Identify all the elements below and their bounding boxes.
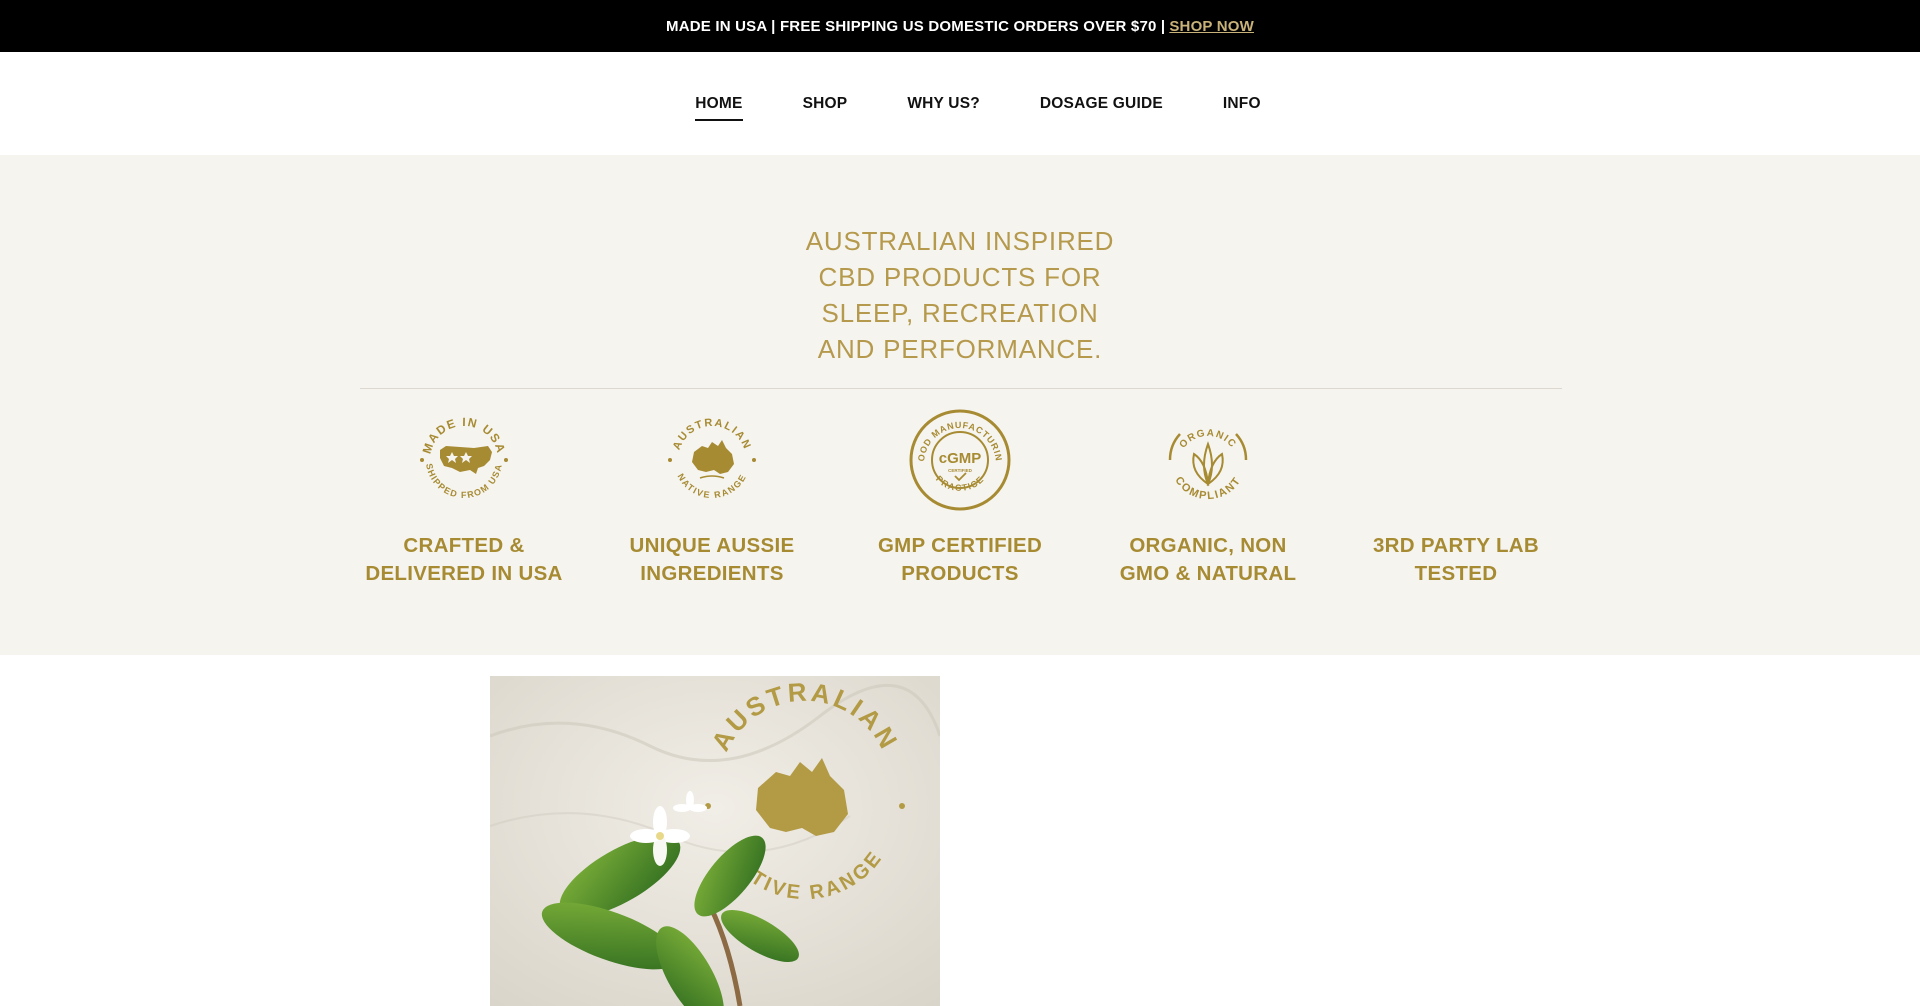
hero-divider [360,388,1562,389]
feature-label: ORGANIC, NON GMO & NATURAL [1119,534,1297,585]
announcement-bar: MADE IN USA | FREE SHIPPING US DOMESTIC … [0,0,1920,52]
shop-now-link[interactable]: SHOP NOW [1169,18,1254,35]
product-image: AUSTRALIAN NATIVE RANGE [490,676,940,1006]
nav-item-dosage-guide[interactable]: DOSAGE GUIDE [1040,89,1163,119]
nav-item-info[interactable]: INFO [1223,89,1261,119]
feature-label: CRAFTED & DELIVERED IN USA [365,534,563,585]
feature-made-in-usa: MADE IN USA SHIPPED FROM USA CRAFTED & D… [340,408,588,608]
nav-item-shop[interactable]: SHOP [803,89,848,119]
svg-text:ORGANIC: ORGANIC [1177,428,1238,451]
main-nav: HOME SHOP WHY US? DOSAGE GUIDE INFO [0,52,1920,155]
announcement-text: MADE IN USA | FREE SHIPPING US DOMESTIC … [666,17,1166,35]
feature-lab-tested: 3RD PARTY LAB TESTED [1332,408,1580,608]
feature-list: MADE IN USA SHIPPED FROM USA CRAFTED & D… [340,408,1580,608]
feature-aussie-ingredients: AUSTRALIAN NATIVE RANGE UNIQUE AUSSIE IN… [588,408,836,608]
svg-text:CERTIFIED: CERTIFIED [948,468,973,473]
cgmp-badge-icon: GOOD MANUFACTURING PRACTICE cGMP CERTIFI… [908,408,1012,512]
hero-tagline: AUSTRALIAN INSPIRED CBD PRODUCTS FOR SLE… [805,226,1115,364]
svg-text:cGMP: cGMP [939,450,982,467]
feature-label: GMP CERTIFIED PRODUCTS [877,534,1043,585]
svg-text:PRACTICE: PRACTICE [934,474,986,493]
nav-item-why-us[interactable]: WHY US? [907,89,980,119]
nav-item-home[interactable]: HOME [695,89,743,121]
lab-tested-badge-placeholder [1404,408,1508,512]
feature-organic: ORGANIC COMPLIANT ORGANIC, NON GMO & NAT… [1084,408,1332,608]
feature-gmp-certified: GOOD MANUFACTURING PRACTICE cGMP CERTIFI… [836,408,1084,608]
feature-label: 3RD PARTY LAB TESTED [1372,534,1540,585]
australian-native-range-badge-icon: AUSTRALIAN NATIVE RANGE [660,408,764,512]
feature-label: UNIQUE AUSSIE INGREDIENTS [629,534,795,585]
organic-compliant-badge-icon: ORGANIC COMPLIANT [1156,408,1260,512]
made-in-usa-badge-icon: MADE IN USA SHIPPED FROM USA [412,408,516,512]
hero-section: AUSTRALIAN INSPIRED CBD PRODUCTS FOR SLE… [0,155,1920,655]
